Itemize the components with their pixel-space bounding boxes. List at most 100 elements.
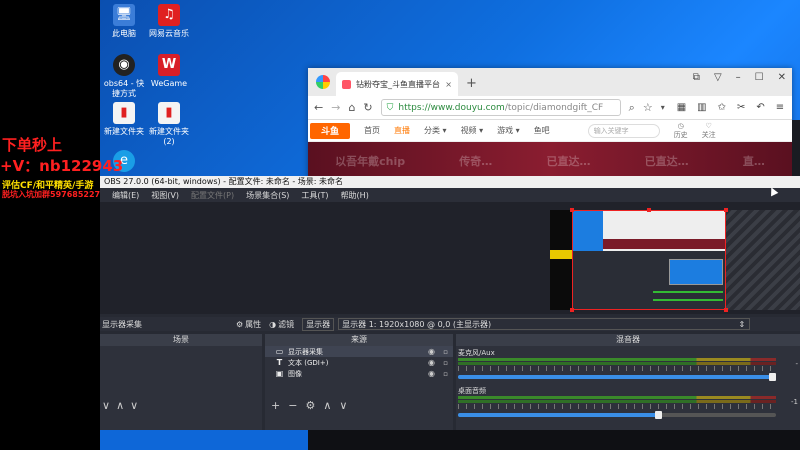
apps-icon[interactable]: ▦ [677, 102, 686, 113]
obs-bottom-strip [308, 430, 800, 450]
eye-icon[interactable]: ◉ [428, 358, 435, 367]
desktop-icon-folder-2[interactable]: ▮ 新建文件夹 (2) [146, 102, 192, 147]
desktop-icon-this-pc[interactable]: 🖥 此电脑 [101, 4, 147, 39]
scenes-controls: ∨ ∧ ∨ [100, 398, 262, 412]
home-icon[interactable]: ⌂ [348, 101, 355, 114]
volume-slider[interactable] [458, 373, 776, 381]
desktop-icon-folder[interactable]: ▮ 新建文件夹 [101, 102, 147, 137]
sidebar-icon[interactable]: ▥ [697, 102, 706, 113]
desktop-icon-label: obs64 - 快捷方式 [103, 79, 145, 98]
resize-handle[interactable] [570, 208, 574, 212]
minimize-icon[interactable]: – [736, 72, 741, 83]
banner-text-5: 直… [742, 155, 765, 168]
mixer-header: 混音器 [456, 334, 800, 346]
back-icon[interactable]: ← [314, 101, 323, 114]
promo-banner: 以吾年戴chip 传奇… 已直达… 已直达… 直… [308, 142, 792, 180]
resize-handle[interactable] [724, 308, 728, 312]
remove-source-icon[interactable]: − [288, 399, 297, 412]
overlay-text-4: 脱坑入坑加群597685227 [2, 190, 101, 199]
gear-icon: ⚙ [236, 319, 244, 329]
wegame-icon: W [158, 54, 180, 76]
eye-icon[interactable]: ◉ [428, 347, 435, 356]
source-name: 显示器采集 [288, 347, 323, 356]
star-icon[interactable]: ☆ [643, 101, 653, 114]
move-up-icon[interactable]: ∧ [116, 399, 124, 412]
source-item[interactable]: ▭ 显示器采集 ◉ ▫ [265, 346, 453, 357]
browser-tab[interactable]: 钻粉夺宝_斗鱼直播平台 × [336, 72, 458, 96]
music-icon: ♫ [158, 4, 180, 26]
sources-header: 来源 [265, 334, 453, 346]
overlay-text-1: 下单秒上 [2, 136, 63, 154]
menu-profile[interactable]: 配置文件(P) [191, 190, 234, 201]
nav-category[interactable]: 分类 ▾ [424, 125, 447, 136]
desktop-icon-wegame[interactable]: W WeGame [146, 54, 192, 89]
dropdown-icon[interactable]: ▾ [661, 103, 665, 112]
add-source-icon[interactable]: + [271, 399, 280, 412]
tab-title: 钻粉夺宝_斗鱼直播平台 [356, 79, 440, 89]
nav-live[interactable]: 直播 [394, 125, 410, 136]
url-path: /topic/diamondgift_CF [504, 102, 604, 113]
obs-preview-area[interactable] [100, 202, 800, 314]
search-icon[interactable]: ⌕ [629, 101, 635, 115]
desktop-icon-obs[interactable]: ◉ obs64 - 快捷方式 [101, 54, 147, 99]
menu-tools[interactable]: 工具(T) [301, 190, 328, 201]
nav-video[interactable]: 视频 ▾ [461, 125, 484, 136]
history-button[interactable]: ◷ 历史 [674, 122, 688, 140]
favorites-icon[interactable]: ✩ [718, 102, 726, 113]
shield-icon[interactable]: ▽ [714, 72, 722, 83]
obs-docks: 场景 ∨ ∧ ∨ 来源 ▭ 显示器采集 ◉ ▫ T 文本 (GDI+) ◉ ▫ [100, 334, 800, 430]
menu-help[interactable]: 帮助(H) [341, 190, 369, 201]
menu-view[interactable]: 视图(V) [151, 190, 179, 201]
mixer-dock: 混音器 麦克风/Aux - 桌面音频 -1 [456, 334, 800, 430]
forward-icon[interactable]: → [331, 101, 340, 114]
move-up-icon[interactable]: ∧ [323, 399, 331, 412]
volume-knob[interactable] [769, 373, 776, 381]
source-settings-icon[interactable]: ⚙ [305, 399, 315, 412]
nav-fishbar[interactable]: 鱼吧 [534, 125, 550, 136]
volume-slider[interactable] [458, 411, 776, 419]
follow-button[interactable]: ♡ 关注 [702, 122, 716, 140]
eye-icon[interactable]: ◉ [428, 369, 435, 378]
resize-handle[interactable] [570, 308, 574, 312]
channel-db: - [795, 360, 798, 368]
lock-icon[interactable]: ▫ [443, 348, 448, 356]
sources-dock: 来源 ▭ 显示器采集 ◉ ▫ T 文本 (GDI+) ◉ ▫ ▣ 图像 ◉ ▫ … [265, 334, 453, 430]
source-item[interactable]: T 文本 (GDI+) ◉ ▫ [265, 357, 453, 368]
move-down-icon[interactable]: ∨ [339, 399, 347, 412]
properties-button[interactable]: ⚙ 属性 [232, 319, 265, 330]
lock-icon[interactable]: ▫ [443, 359, 448, 367]
nav-games[interactable]: 游戏 ▾ [497, 125, 520, 136]
site-search-input[interactable]: 输入关键字 [587, 123, 660, 138]
tab-count-icon[interactable]: ⧉ [693, 72, 700, 83]
menu-icon[interactable]: ≡ [776, 102, 784, 113]
resize-handle[interactable] [724, 208, 728, 212]
nav-home[interactable]: 首页 [364, 125, 380, 136]
channel-name: 麦克风/Aux [458, 349, 495, 357]
overlay-text-2: +V：nb122943 [0, 157, 124, 175]
refresh-icon[interactable]: ↻ [363, 101, 372, 114]
menu-edit[interactable]: 编辑(E) [112, 190, 139, 201]
address-bar[interactable]: ⛉ https://www.douyu.com/topic/diamondgif… [380, 99, 621, 116]
move-down-icon[interactable]: ∨ [130, 399, 138, 412]
resize-handle[interactable] [647, 208, 651, 212]
display-select[interactable]: 显示器 1: 1920x1080 @ 0,0 (主显示器) ⇕ [338, 318, 751, 330]
douyu-logo[interactable]: 斗鱼 [310, 122, 350, 139]
chevron-updown-icon: ⇕ [738, 320, 746, 329]
close-tab-icon[interactable]: × [445, 80, 452, 89]
preview-out-of-bounds [726, 210, 800, 310]
remove-scene-icon[interactable]: ∨ [102, 399, 110, 412]
source-item[interactable]: ▣ 图像 ◉ ▫ [265, 368, 453, 379]
maximize-icon[interactable]: ☐ [755, 72, 764, 83]
background-window-edge [792, 120, 800, 176]
close-icon[interactable]: ✕ [778, 72, 786, 83]
volume-knob[interactable] [654, 411, 662, 419]
cut-icon[interactable]: ✂ [737, 102, 745, 113]
menu-scene-collection[interactable]: 场景集合(S) [246, 190, 289, 201]
lock-icon[interactable]: ▫ [443, 370, 448, 378]
undo-icon[interactable]: ↶ [756, 102, 764, 113]
desktop-icon-netease-music[interactable]: ♫ 网易云音乐 [146, 4, 192, 39]
filters-button[interactable]: ◑ 滤镜 [265, 319, 298, 330]
new-tab-icon[interactable]: + [466, 76, 477, 91]
source-name: 图像 [288, 369, 302, 378]
preview-canvas[interactable] [572, 210, 726, 310]
